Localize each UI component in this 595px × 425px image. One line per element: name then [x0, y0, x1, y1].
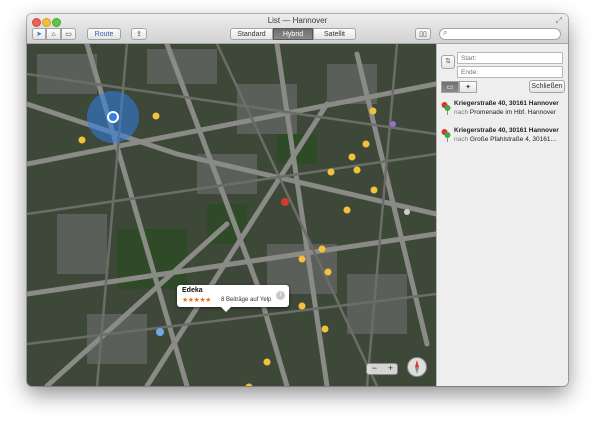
recent-route-item[interactable]: Kriegerstraße 40, 30161 Hannover nach Pr… [441, 100, 567, 124]
poi-button[interactable]: ⌂ [46, 28, 61, 40]
route-to: Große Pfahlstraße 4, 30161… [469, 136, 557, 143]
start-field[interactable] [457, 52, 563, 64]
walking-mode-button[interactable]: ✦ [459, 81, 477, 93]
route-nach: nach [454, 136, 469, 143]
close-button[interactable]: Schließen [529, 80, 565, 93]
current-location-button[interactable]: ➤ [32, 28, 46, 40]
route-to: Promenade im Hbf. Hannover [469, 109, 556, 116]
info-icon[interactable]: i [276, 291, 285, 300]
map-view[interactable]: Edeka ★★★★★ 8 Beiträge auf Yelp i − + [27, 44, 436, 386]
location-arrow-icon: ➤ [36, 31, 42, 38]
bookmarks-icon: ▯▯ [419, 31, 427, 38]
zoom-in-button[interactable]: + [383, 363, 398, 373]
share-icon: ⇪ [136, 31, 142, 38]
route-from: Kriegerstraße 40, 30161 Hannover [454, 100, 559, 107]
title-bar: List — Hannover ⤢ ➤ ⌂ ▭ Route ⇪ Standard… [27, 14, 568, 44]
fullscreen-icon[interactable]: ⤢ [556, 16, 562, 26]
car-icon: ▭ [65, 31, 72, 38]
car-icon: ▭ [446, 84, 454, 91]
maps-window: List — Hannover ⤢ ➤ ⌂ ▭ Route ⇪ Standard… [27, 14, 568, 386]
satellite-map[interactable] [27, 44, 436, 386]
poi-icon: ⌂ [51, 31, 56, 38]
zoom-control: − + [366, 363, 398, 375]
driving-mode-button[interactable]: ▭ [441, 81, 459, 93]
route-pins-icon [441, 129, 451, 142]
swap-icon[interactable]: ⇅ [441, 55, 455, 69]
share-button[interactable]: ⇪ [131, 28, 147, 40]
route-button[interactable]: Route [87, 28, 121, 40]
route-to-line: nach Große Pfahlstraße 4, 30161… [454, 136, 567, 143]
map-type-hybrid[interactable]: Hybrid [273, 28, 313, 40]
poi-name: Edeka [182, 287, 203, 294]
route-to-line: nach Promenade im Hbf. Hannover [454, 109, 567, 116]
route-pins-icon [441, 102, 451, 115]
compass-icon[interactable] [407, 357, 427, 377]
traffic-button[interactable]: ▭ [61, 28, 76, 40]
window-title: List — Hannover [267, 16, 328, 25]
search-input[interactable]: ⌕ [439, 28, 561, 40]
current-location-dot [109, 113, 117, 121]
rating-stars: ★★★★★ [182, 297, 211, 304]
route-nach: nach [454, 109, 469, 116]
map-type-standard[interactable]: Standard [230, 28, 273, 40]
search-icon: ⌕ [443, 28, 448, 37]
poi-callout[interactable]: Edeka ★★★★★ 8 Beiträge auf Yelp i [177, 285, 289, 312]
directions-panel: ⇅ ▭ ✦ Schließen Kriegerstraße 40, 30161 … [436, 44, 568, 386]
route-from: Kriegerstraße 40, 30161 Hannover [454, 127, 559, 134]
location-pin [281, 198, 289, 206]
zoom-out-button[interactable]: − [367, 363, 382, 373]
recent-route-item[interactable]: Kriegerstraße 40, 30161 Hannover nach Gr… [441, 127, 567, 151]
review-count[interactable]: 8 Beiträge auf Yelp [221, 297, 271, 303]
map-type-satellite[interactable]: Satellit [313, 28, 356, 40]
bookmarks-button[interactable]: ▯▯ [415, 28, 431, 40]
walk-icon: ✦ [465, 84, 471, 91]
end-field[interactable] [457, 66, 563, 78]
